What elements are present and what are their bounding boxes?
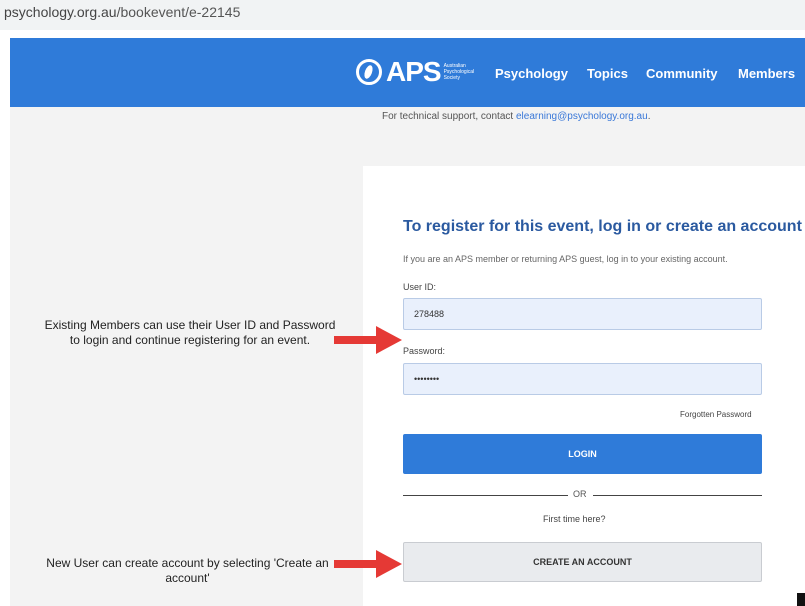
support-suffix: . xyxy=(647,111,651,122)
arrow-icon xyxy=(334,326,402,354)
password-input[interactable]: •••••••• xyxy=(403,363,762,395)
divider-left xyxy=(403,495,568,496)
login-button[interactable]: LOGIN xyxy=(403,434,762,474)
nav-topics[interactable]: Topics xyxy=(587,66,628,81)
support-label: For technical support, contact xyxy=(382,111,516,122)
members-annotation: Existing Members can use their User ID a… xyxy=(44,318,336,347)
user-id-label: User ID: xyxy=(403,282,437,292)
url-path: /bookevent/e-22145 xyxy=(116,4,241,20)
address-bar[interactable]: psychology.org.au/bookevent/e-22145 xyxy=(0,0,805,30)
create-account-button[interactable]: CREATE AN ACCOUNT xyxy=(403,542,762,582)
logo-subtitle: Australian Psychological Society xyxy=(443,63,475,81)
url-domain: psychology.org.au xyxy=(4,4,117,20)
nav-psychology[interactable]: Psychology xyxy=(495,66,568,81)
divider-right xyxy=(593,495,762,496)
technical-support-bar: For technical support, contact elearning… xyxy=(363,107,805,166)
edge-marker xyxy=(797,593,805,606)
support-email-link[interactable]: elearning@psychology.org.au xyxy=(516,111,648,122)
user-id-input[interactable]: 278488 xyxy=(403,298,762,330)
arrow-icon xyxy=(334,550,402,578)
site-header: APS Australian Psychological Society Psy… xyxy=(10,38,805,107)
left-panel xyxy=(10,107,363,606)
forgotten-password-link[interactable]: Forgotten Password xyxy=(680,410,752,419)
or-separator: OR xyxy=(573,489,587,499)
aps-logo[interactable]: APS Australian Psychological Society xyxy=(356,52,474,92)
password-label: Password: xyxy=(403,346,446,356)
aps-logo-icon xyxy=(356,59,382,85)
new-user-annotation: New User can create account by selecting… xyxy=(46,556,329,585)
login-title: To register for this event, log in or cr… xyxy=(403,218,802,235)
nav-community[interactable]: Community xyxy=(646,66,718,81)
first-time-text: First time here? xyxy=(543,514,606,524)
nav-members[interactable]: Members xyxy=(738,66,795,81)
login-subtitle: If you are an APS member or returning AP… xyxy=(403,254,728,264)
support-text: For technical support, contact elearning… xyxy=(382,111,650,122)
logo-text: APS xyxy=(386,56,442,87)
